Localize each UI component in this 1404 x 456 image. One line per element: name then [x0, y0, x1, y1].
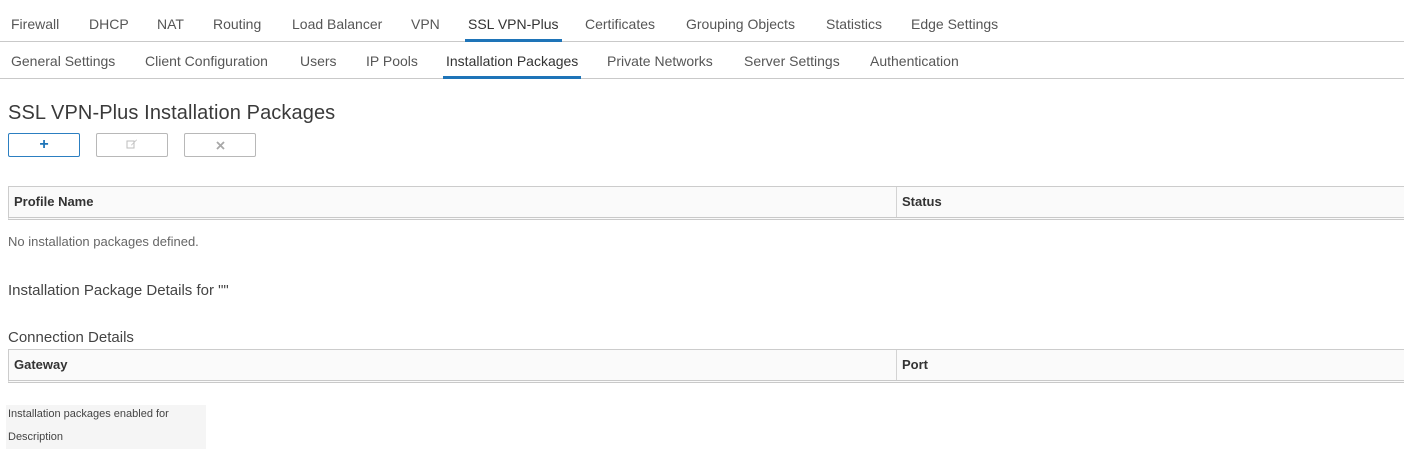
tab-authentication[interactable]: Authentication — [870, 43, 959, 78]
page: Firewall DHCP NAT Routing Load Balancer … — [0, 0, 1404, 456]
page-title: SSL VPN-Plus Installation Packages — [8, 102, 336, 124]
add-button[interactable]: + — [8, 133, 80, 157]
enabled-for-label: Installation packages enabled for — [8, 408, 169, 420]
plus-icon: + — [39, 136, 49, 153]
secondary-tab-bar: General Settings Client Configuration Us… — [0, 43, 1404, 79]
edit-button[interactable] — [96, 133, 168, 157]
tab-firewall[interactable]: Firewall — [11, 0, 59, 41]
connection-table-header: Gateway Port — [8, 349, 1404, 383]
tab-general-settings[interactable]: General Settings — [11, 43, 115, 78]
tab-dhcp[interactable]: DHCP — [89, 0, 129, 41]
packages-table-header: Profile Name Status — [8, 186, 1404, 220]
tab-edge-settings[interactable]: Edge Settings — [911, 0, 998, 41]
tab-routing[interactable]: Routing — [213, 0, 261, 41]
column-port[interactable]: Port — [896, 350, 1403, 380]
tab-installation-packages[interactable]: Installation Packages — [442, 43, 582, 79]
primary-tab-bar: Firewall DHCP NAT Routing Load Balancer … — [0, 0, 1404, 42]
tab-ssl-vpn-plus[interactable]: SSL VPN-Plus — [465, 0, 562, 42]
tab-statistics[interactable]: Statistics — [826, 0, 882, 41]
tab-vpn[interactable]: VPN — [411, 0, 440, 41]
package-details-footer: Installation packages enabled for Descri… — [6, 405, 206, 449]
tab-grouping-objects[interactable]: Grouping Objects — [686, 0, 795, 41]
column-gateway[interactable]: Gateway — [9, 350, 896, 380]
close-icon — [215, 139, 225, 152]
tab-private-networks[interactable]: Private Networks — [607, 43, 713, 78]
tab-users[interactable]: Users — [300, 43, 337, 78]
tab-certificates[interactable]: Certificates — [585, 0, 655, 41]
description-label: Description — [8, 431, 64, 443]
tab-nat[interactable]: NAT — [157, 0, 184, 41]
column-status[interactable]: Status — [896, 187, 1403, 217]
empty-message: No installation packages defined. — [8, 234, 199, 249]
connection-details-title: Connection Details — [8, 329, 134, 346]
tab-server-settings[interactable]: Server Settings — [744, 43, 840, 78]
tab-load-balancer[interactable]: Load Balancer — [292, 0, 382, 41]
edit-icon — [126, 138, 138, 152]
column-profile-name[interactable]: Profile Name — [9, 187, 896, 217]
tab-client-configuration[interactable]: Client Configuration — [145, 43, 268, 78]
tab-ip-pools[interactable]: IP Pools — [366, 43, 418, 78]
details-title: Installation Package Details for "" — [8, 282, 229, 299]
delete-button[interactable] — [184, 133, 256, 157]
